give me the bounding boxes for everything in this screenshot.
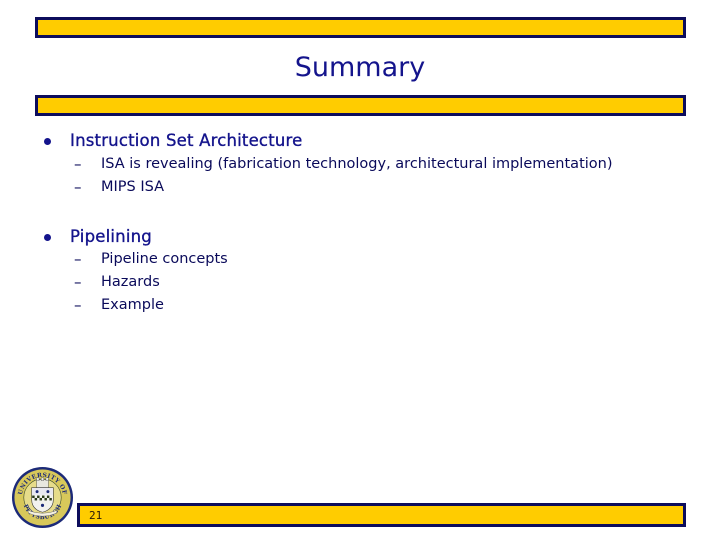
sub-item-text: ISA is revealing (fabrication technology… <box>101 156 613 172</box>
sub-item-text: Hazards <box>101 274 160 290</box>
dash-icon: – <box>74 155 82 173</box>
slide-title: Summary <box>294 52 426 83</box>
bullet-text: Instruction Set Architecture <box>70 131 303 150</box>
bullet-dot-icon <box>44 234 51 241</box>
sub-item-text: MIPS ISA <box>101 179 165 195</box>
page-number: 21 <box>89 509 103 522</box>
sub-item-text: Example <box>101 297 164 313</box>
dash-icon: – <box>74 250 82 268</box>
header-top-bar <box>35 17 686 38</box>
sub-item-text: Pipeline concepts <box>101 251 228 267</box>
bullet-dot-icon <box>44 138 51 145</box>
header-bottom-bar <box>35 95 686 116</box>
dash-icon: – <box>74 273 82 291</box>
footer-bar: 21 <box>77 503 686 527</box>
dash-icon: – <box>74 296 82 314</box>
university-seal-icon: UNIVERSITY OF PITTSBURGH <box>11 466 74 529</box>
dash-icon: – <box>74 178 82 196</box>
bullet-text: Pipelining <box>70 227 152 246</box>
